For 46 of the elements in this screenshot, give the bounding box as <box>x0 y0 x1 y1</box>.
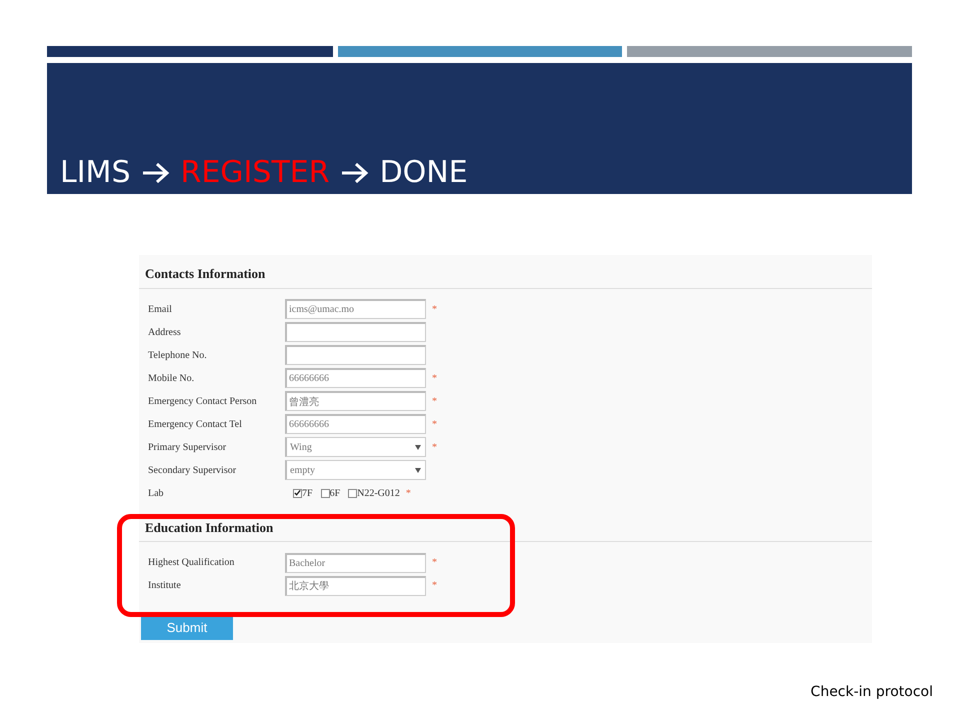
caret-icon <box>415 468 421 472</box>
lab-checkbox[interactable]: 7F <box>293 486 313 500</box>
required-mark: * <box>432 556 437 570</box>
required-mark: * <box>432 372 437 386</box>
dropdown-field[interactable]: Wing <box>285 437 426 457</box>
text-field[interactable]: 北京大學 <box>285 576 426 596</box>
text-field[interactable]: icms@umac.mo <box>285 299 426 319</box>
lab-checkbox[interactable]: N22-G012 <box>348 486 400 500</box>
required-mark: * <box>432 418 437 432</box>
dropdown-field[interactable]: empty <box>285 460 426 480</box>
field-label: Emergency Contact Tel <box>148 418 243 432</box>
lab-checkbox[interactable]: 6F <box>320 486 340 500</box>
breadcrumb-step: LIMS <box>60 158 130 188</box>
text-field[interactable] <box>285 322 426 342</box>
section-heading: Contacts Information <box>139 264 872 288</box>
breadcrumb-step: REGISTER <box>180 158 330 188</box>
text-field[interactable]: 曾澧亮 <box>285 391 426 411</box>
arrow-icon <box>340 161 370 185</box>
required-mark: * <box>432 579 437 593</box>
arrow-icon <box>140 161 170 185</box>
required-mark: * <box>432 440 437 454</box>
text-field[interactable]: 66666666 <box>285 414 426 434</box>
checkbox-icon[interactable] <box>320 488 330 498</box>
field-label: Emergency Contact Person <box>148 394 258 408</box>
submit-button[interactable]: Submit <box>141 616 233 640</box>
breadcrumb-step: DONE <box>380 158 468 188</box>
section-heading: Education Information <box>139 518 872 542</box>
field-label: Primary Supervisor <box>148 440 228 454</box>
slide-footer: Check-in protocol <box>810 682 933 703</box>
field-label: Lab <box>148 486 165 500</box>
field-label: Address <box>148 326 182 340</box>
field-label: Telephone No. <box>148 348 208 362</box>
checkbox-icon[interactable] <box>293 488 302 498</box>
caret-icon <box>415 444 421 450</box>
field-label: Mobile No. <box>148 372 196 386</box>
required-mark: * <box>432 394 437 408</box>
field-label: Email <box>148 302 173 316</box>
field-label: Institute <box>148 579 182 593</box>
required-mark: * <box>406 486 411 500</box>
required-mark: * <box>432 302 437 316</box>
checkbox-icon[interactable] <box>348 488 358 498</box>
field-label: Highest Qualification <box>148 556 236 570</box>
text-field[interactable]: 66666666 <box>285 368 426 388</box>
text-field[interactable] <box>285 345 426 365</box>
field-label: Secondary Supervisor <box>148 464 238 478</box>
text-field[interactable]: Bachelor <box>285 552 426 572</box>
